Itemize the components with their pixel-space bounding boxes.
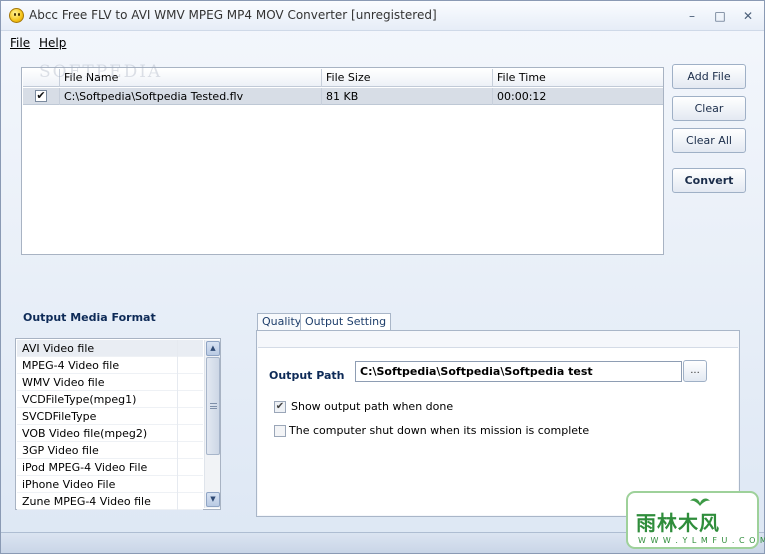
clear-button[interactable]: Clear	[672, 96, 746, 121]
ylmfu-logo: 雨林木风 W W W . Y L M F U . C O M	[626, 491, 765, 549]
logo-main-text: 雨林木风	[636, 511, 720, 535]
row-checkbox[interactable]: ✔	[35, 90, 47, 102]
header-file-size[interactable]: File Size	[321, 69, 492, 87]
show-output-path-checkbox[interactable]: ✔	[274, 401, 286, 413]
convert-button[interactable]: Convert	[672, 168, 746, 193]
shutdown-label: The computer shut down when its mission …	[289, 424, 590, 437]
menu-file[interactable]: File	[10, 36, 30, 50]
logo-url-text: W W W . Y L M F U . C O M	[638, 536, 765, 545]
list-item[interactable]: iPod MPEG-4 Video File	[17, 459, 203, 476]
list-item[interactable]: WMV Video file	[17, 374, 203, 391]
header-file-time[interactable]: File Time	[492, 69, 663, 87]
tab-output-setting[interactable]: Output Setting	[300, 313, 392, 330]
table-row[interactable]: ✔ C:\Softpedia\Softpedia Tested.flv 81 K…	[23, 88, 663, 105]
menu-help[interactable]: Help	[39, 36, 66, 50]
close-button[interactable]: ✕	[740, 9, 756, 23]
list-item[interactable]: 3GP Video file	[17, 442, 203, 459]
minimize-button[interactable]: –	[684, 9, 700, 23]
list-item[interactable]: Zune MPEG-4 Video file	[17, 493, 203, 510]
check-icon: ✔	[275, 401, 285, 412]
leaf-icon	[690, 498, 710, 506]
row-file-size: 81 KB	[321, 88, 492, 105]
softpedia-watermark: SOFTPEDIA	[39, 62, 163, 82]
arrow-up-icon[interactable]: ▲	[206, 341, 220, 356]
list-item[interactable]: SVCDFileType	[17, 408, 203, 425]
output-path-field[interactable]: C:\Softpedia\Softpedia\Softpedia test	[355, 361, 682, 382]
tab-quality[interactable]: Quality	[257, 313, 307, 330]
scroll-thumb[interactable]	[206, 357, 220, 455]
row-file-time: 00:00:12	[492, 88, 663, 105]
shutdown-checkbox[interactable]	[274, 425, 286, 437]
show-output-path-label: Show output path when done	[291, 400, 454, 413]
output-media-format-title: Output Media Format	[23, 311, 156, 324]
format-list[interactable]: AVI Video file MPEG-4 Video file WMV Vid…	[15, 338, 221, 510]
list-item[interactable]: iPhone Video File	[17, 476, 203, 493]
file-list[interactable]: File Name File Size File Time ✔ C:\Softp…	[21, 67, 664, 255]
check-icon: ✔	[36, 89, 46, 102]
clear-all-button[interactable]: Clear All	[672, 128, 746, 153]
maximize-button[interactable]: □	[712, 9, 728, 23]
list-item[interactable]: VOB Video file(mpeg2)	[17, 425, 203, 442]
app-window: Abcc Free FLV to AVI WMV MPEG MP4 MOV Co…	[0, 0, 765, 554]
output-path-label: Output Path	[269, 369, 345, 382]
list-item[interactable]: VCDFileType(mpeg1)	[17, 391, 203, 408]
add-file-button[interactable]: Add File	[672, 64, 746, 89]
arrow-down-icon[interactable]: ▼	[206, 492, 220, 507]
format-list-scrollbar[interactable]: ▲ ▼	[204, 340, 220, 508]
list-item[interactable]: MPEG-4 Video file	[17, 357, 203, 374]
smiley-icon	[9, 8, 24, 23]
window-title: Abcc Free FLV to AVI WMV MPEG MP4 MOV Co…	[29, 8, 437, 22]
row-file-name: C:\Softpedia\Softpedia Tested.flv	[59, 88, 321, 105]
title-bar: Abcc Free FLV to AVI WMV MPEG MP4 MOV Co…	[1, 1, 764, 31]
client-area: Abcc Free FLV to AVI WMV MPEG MP4 MOV Co…	[1, 1, 765, 553]
browse-button[interactable]: ...	[683, 360, 707, 382]
list-item[interactable]: AVI Video file	[17, 340, 203, 357]
